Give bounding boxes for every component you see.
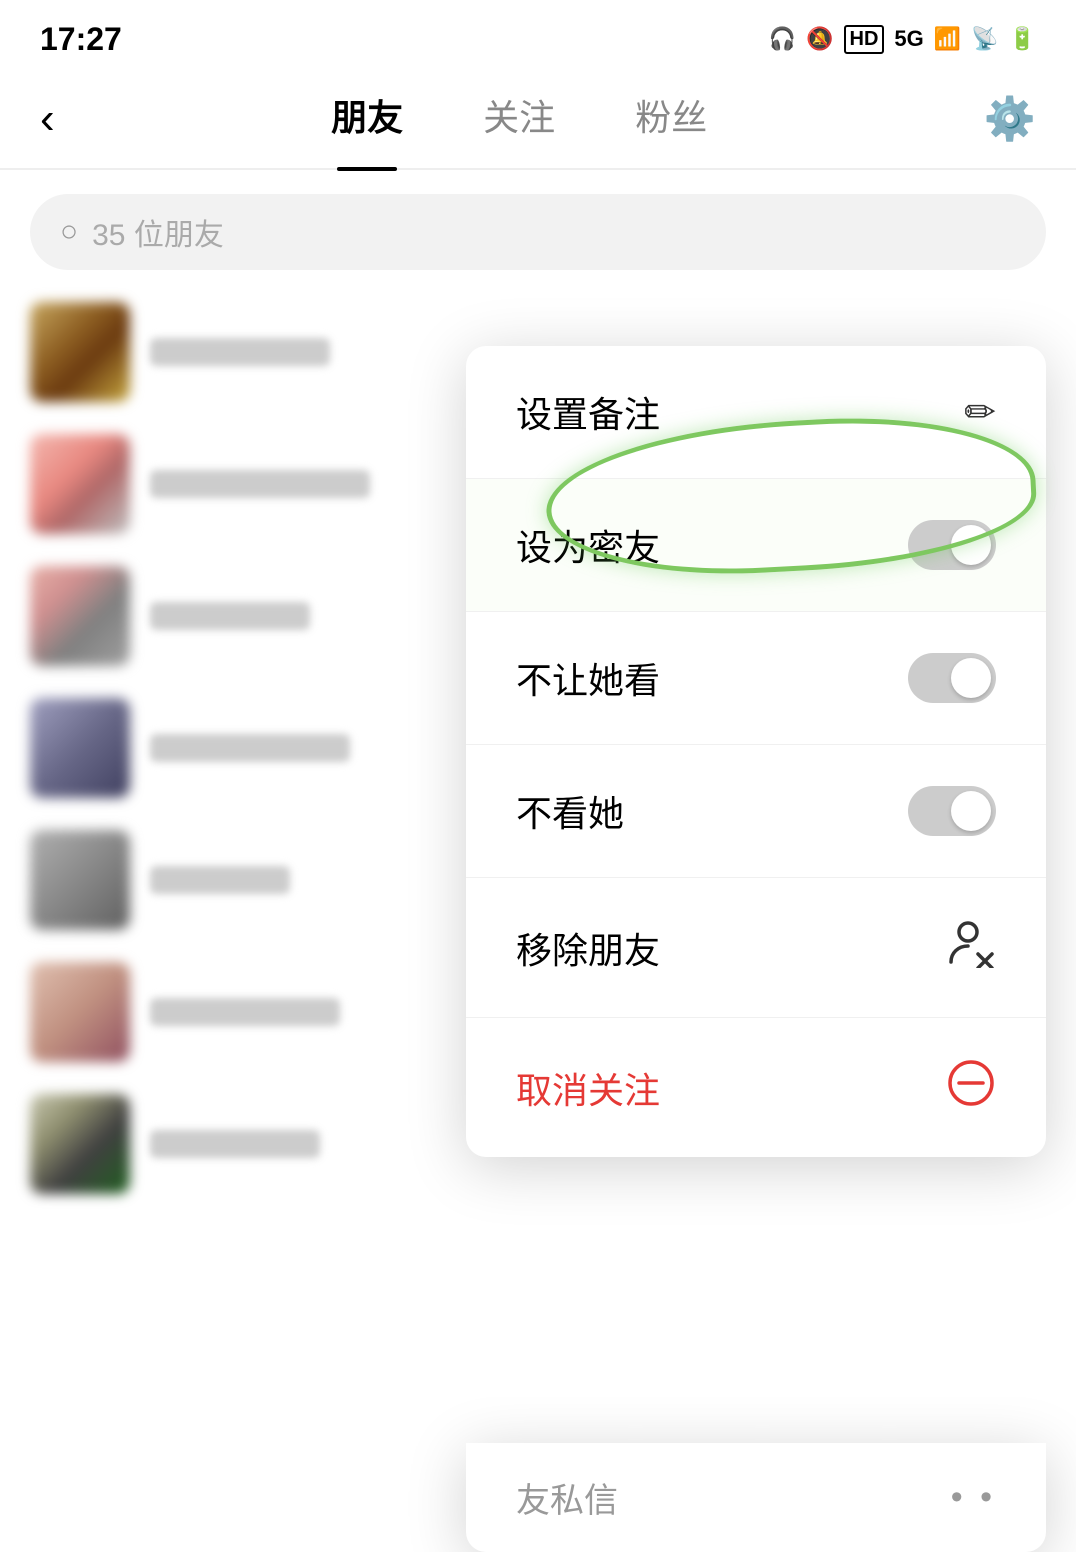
wifi-icon: 📡 — [971, 26, 998, 52]
remove-friend-label: 移除朋友 — [516, 922, 660, 974]
unfollow-label: 取消关注 — [516, 1062, 660, 1114]
menu-item-unfollow[interactable]: 取消关注 — [466, 1018, 1046, 1157]
tab-fans[interactable]: 粉丝 — [635, 89, 707, 149]
menu-item-set-remark[interactable]: 设置备注 ✏ — [466, 346, 1046, 479]
block-her-view-label: 不让她看 — [516, 652, 660, 704]
search-placeholder: 35 位朋友 — [92, 210, 224, 254]
set-remark-label: 设置备注 — [516, 386, 660, 438]
direct-message-item[interactable]: 友私信 • • — [466, 1443, 1046, 1552]
minus-circle-icon — [946, 1058, 996, 1117]
settings-button[interactable]: ⚙️ — [984, 95, 1036, 144]
search-icon: ○ — [60, 215, 78, 249]
menu-item-remove-friend[interactable]: 移除朋友 — [466, 878, 1046, 1018]
tab-friends[interactable]: 朋友 — [331, 89, 403, 149]
status-icons: 🎧 🔕 HD 5G 📶 📡 🔋 — [769, 25, 1036, 54]
status-bar: 17:27 🎧 🔕 HD 5G 📶 📡 🔋 — [0, 0, 1076, 70]
remove-user-icon — [946, 918, 996, 977]
menu-item-block-her[interactable]: 不看她 — [466, 745, 1046, 878]
content-area: 设置备注 ✏ 设为密友 不让她看 不看她 移除朋友 — [0, 286, 1076, 1552]
block-her-toggle[interactable] — [908, 786, 996, 836]
partial-menu-item: 友私信 • • — [466, 1443, 1046, 1552]
menu-item-block-her-view[interactable]: 不让她看 — [466, 612, 1046, 745]
edit-icon: ✏ — [964, 390, 996, 435]
status-time: 17:27 — [40, 21, 122, 58]
tab-following[interactable]: 关注 — [483, 89, 555, 149]
search-container: ○ 35 位朋友 — [0, 170, 1076, 286]
block-her-label: 不看她 — [516, 785, 624, 837]
close-friend-toggle[interactable] — [908, 520, 996, 570]
menu-item-close-friend[interactable]: 设为密友 — [466, 479, 1046, 612]
nav-bar: ‹ 朋友 关注 粉丝 ⚙️ — [0, 70, 1076, 170]
signal-5g-icon: 5G — [894, 26, 923, 52]
signal-bars-icon: 📶 — [934, 26, 961, 52]
headset-icon: 🎧 — [769, 26, 796, 52]
dm-label: 友私信 — [516, 1473, 618, 1522]
battery-icon: 🔋 — [1009, 26, 1036, 52]
close-friend-label: 设为密友 — [516, 519, 660, 571]
mute-icon: 🔕 — [806, 26, 833, 52]
nav-tabs: 朋友 关注 粉丝 — [55, 89, 984, 149]
hd-icon: HD — [844, 25, 885, 54]
more-dots: • • — [951, 1478, 996, 1517]
search-bar[interactable]: ○ 35 位朋友 — [30, 194, 1046, 270]
back-button[interactable]: ‹ — [40, 94, 55, 144]
context-menu: 设置备注 ✏ 设为密友 不让她看 不看她 移除朋友 — [466, 346, 1046, 1157]
block-her-view-toggle[interactable] — [908, 653, 996, 703]
